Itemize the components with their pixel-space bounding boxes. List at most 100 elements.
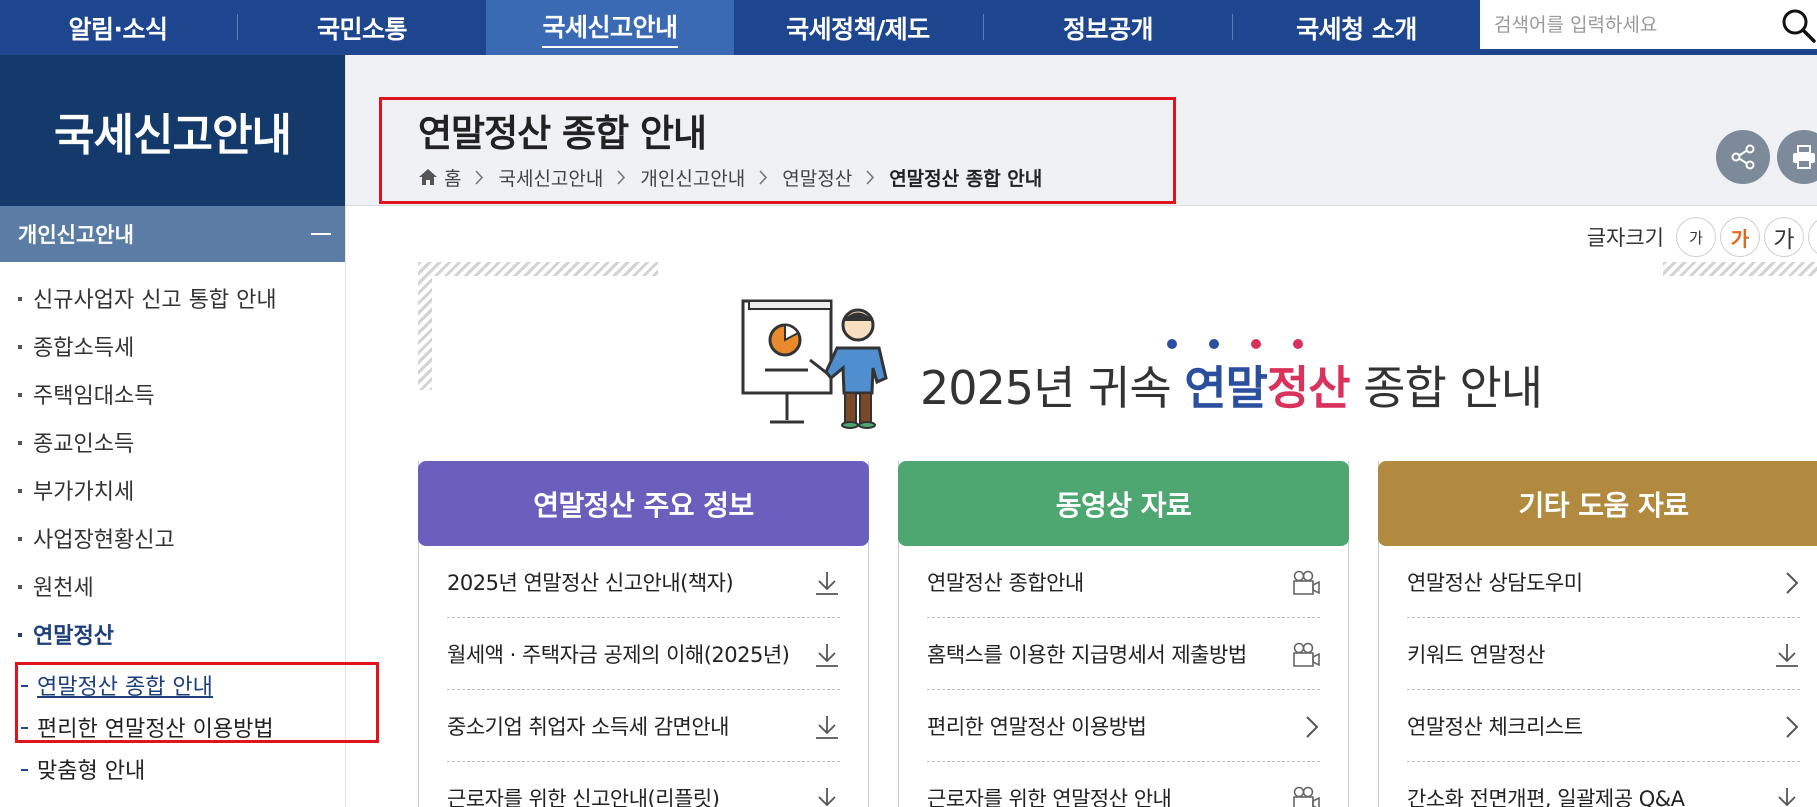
- font-size-xlarge-button[interactable]: 가: [1808, 217, 1817, 257]
- card-header: 동영상 자료: [898, 461, 1349, 546]
- banner-dot: [1167, 339, 1177, 349]
- font-size-control: 글자크기 가 가 가 가: [1587, 217, 1817, 257]
- list-item-label: 연말정산 체크리스트: [1407, 714, 1583, 739]
- banner-dot: [1251, 339, 1261, 349]
- sidebar-group-label: 개인신고안내: [18, 223, 134, 247]
- banner-dot: [1293, 339, 1303, 349]
- sidebar-item-business-status[interactable]: 사업장현황신고: [0, 514, 345, 562]
- share-icon: [1731, 144, 1755, 170]
- sidebar-item-vat[interactable]: 부가가치세: [0, 466, 345, 514]
- list-item[interactable]: 간소화 전면개편, 일괄제공 Q&A: [1407, 762, 1800, 807]
- list-item[interactable]: 월세액 · 주택자금 공제의 이해(2025년): [447, 618, 840, 690]
- list-item-label: 연말정산 종합안내: [927, 570, 1084, 595]
- sidebar-item-label: 신규사업자 신고 통합 안내: [33, 288, 277, 313]
- banner-hatch-vertical: [418, 262, 432, 390]
- download-icon: [1778, 788, 1796, 807]
- chevron-right-icon: [759, 169, 768, 185]
- nav-item-news[interactable]: 알림·소식: [0, 0, 236, 55]
- chevron-right-icon: [475, 169, 484, 185]
- breadcrumb-label: 개인신고안내: [640, 167, 746, 190]
- video-camera-icon: [1293, 642, 1320, 667]
- nav-item-about[interactable]: 국세청 소개: [1233, 0, 1480, 55]
- sidebar-subitem-convenient-usage[interactable]: 편리한 연말정산 이용방법: [0, 706, 345, 748]
- sidebar-group-header[interactable]: 개인신고안내: [0, 206, 345, 262]
- card-other-help: 기타 도움 자료 연말정산 상담도우미 키워드 연말정산 연말정산 체크리스트 …: [1378, 461, 1817, 807]
- list-item-label: 홈택스를 이용한 지급명세서 제출방법: [927, 642, 1247, 667]
- video-camera-icon: [1293, 786, 1320, 807]
- page-header: 연말정산 종합 안내 홈 국세신고안내 개인신고안내 연말정산 연말정산 종합 …: [346, 55, 1817, 206]
- banner-dot: [1209, 339, 1219, 349]
- sidebar-subitem-custom-guide[interactable]: 맞춤형 안내: [0, 748, 345, 790]
- banner-hatch-right: [1663, 262, 1817, 276]
- banner-hatch-left: [418, 262, 658, 276]
- breadcrumb-tax-filing[interactable]: 국세신고안내: [498, 164, 603, 191]
- list-item[interactable]: 연말정산 상담도우미: [1407, 546, 1800, 618]
- font-size-large-button[interactable]: 가: [1764, 217, 1804, 257]
- share-button[interactable]: [1716, 130, 1770, 184]
- chevron-right-icon: [866, 169, 875, 185]
- font-size-default-button[interactable]: 가: [1720, 217, 1760, 257]
- sidebar-item-new-business[interactable]: 신규사업자 신고 통합 안내: [0, 274, 345, 322]
- list-item[interactable]: 중소기업 취업자 소득세 감면안내: [447, 690, 840, 762]
- card-list: 연말정산 종합안내 홈택스를 이용한 지급명세서 제출방법 편리한 연말정산 이…: [899, 546, 1348, 807]
- list-item[interactable]: 2025년 연말정산 신고안내(책자): [447, 546, 840, 618]
- sidebar-submenu: 연말정산 종합 안내 편리한 연말정산 이용방법 맞춤형 안내: [0, 658, 345, 790]
- list-item-label: 2025년 연말정산 신고안내(책자): [447, 570, 734, 595]
- banner: 2025년 귀속 연말정산 종합 안내: [418, 262, 1817, 429]
- breadcrumb-label: 국세신고안내: [498, 167, 604, 190]
- chevron-right-icon: [1306, 716, 1319, 738]
- list-item[interactable]: 연말정산 종합안내: [927, 546, 1320, 618]
- breadcrumb-current: 연말정산 종합 안내: [889, 164, 1042, 191]
- list-item[interactable]: 홈택스를 이용한 지급명세서 제출방법: [927, 618, 1320, 690]
- card-videos: 동영상 자료 연말정산 종합안내 홈택스를 이용한 지급명세서 제출방법 편리한…: [898, 461, 1349, 807]
- list-item[interactable]: 편리한 연말정산 이용방법: [927, 690, 1320, 762]
- list-item[interactable]: 키워드 연말정산: [1407, 618, 1800, 690]
- sidebar-item-global-income-tax[interactable]: 종합소득세: [0, 322, 345, 370]
- sidebar-menu: 신규사업자 신고 통합 안내 종합소득세 주택임대소득 종교인소득 부가가치세 …: [0, 262, 345, 658]
- nav-item-label: 정보공개: [1062, 14, 1154, 44]
- list-item[interactable]: 근로자를 위한 연말정산 안내: [927, 762, 1320, 807]
- sidebar-item-withholding-tax[interactable]: 원천세: [0, 562, 345, 610]
- chevron-right-icon: [1786, 716, 1799, 738]
- list-item[interactable]: 근로자를 위한 신고안내(리플릿): [447, 762, 840, 807]
- breadcrumb-year-end[interactable]: 연말정산: [782, 164, 852, 191]
- search-box: [1480, 0, 1817, 49]
- sidebar-title: 국세신고안내: [0, 55, 345, 206]
- nav-item-label: 국세신고안내: [542, 8, 678, 48]
- download-icon: [818, 788, 836, 807]
- breadcrumb-personal-filing[interactable]: 개인신고안내: [640, 164, 745, 191]
- search-icon[interactable]: [1780, 7, 1817, 44]
- nav-item-communication[interactable]: 국민소통: [238, 0, 486, 55]
- nav-item-tax-policy[interactable]: 국세정책/제도: [734, 0, 982, 55]
- font-size-label: 글자크기: [1586, 226, 1664, 250]
- nav-item-tax-filing[interactable]: 국세신고안내: [486, 0, 734, 55]
- home-icon: [419, 169, 437, 185]
- list-item[interactable]: 연말정산 체크리스트: [1407, 690, 1800, 762]
- sidebar-item-label: 부가가치세: [33, 480, 135, 505]
- banner-title-prefix: 2025년 귀속: [920, 361, 1185, 415]
- nav-item-label: 알림·소식: [68, 14, 169, 44]
- nav-item-label: 국세청 소개: [1296, 14, 1417, 44]
- sidebar-subitem-label: 연말정산 종합 안내: [37, 675, 213, 700]
- presenter-illustration-icon: [741, 299, 888, 429]
- print-button[interactable]: [1777, 130, 1817, 184]
- card-header: 기타 도움 자료: [1378, 461, 1817, 546]
- font-size-small-button[interactable]: 가: [1676, 217, 1716, 257]
- sidebar-item-label: 사업장현황신고: [33, 528, 175, 553]
- banner-title: 2025년 귀속 연말정산 종합 안내: [920, 352, 1543, 418]
- nav-item-disclosure[interactable]: 정보공개: [984, 0, 1232, 55]
- sidebar-subitem-overview[interactable]: 연말정산 종합 안내: [0, 664, 345, 706]
- sidebar-item-rental-income[interactable]: 주택임대소득: [0, 370, 345, 418]
- top-navigation: 알림·소식 국민소통 국세신고안내 국세정책/제도 정보공개 국세청 소개: [0, 0, 1817, 55]
- sidebar-item-year-end-settlement[interactable]: 연말정산: [0, 610, 345, 658]
- sidebar-subitem-label: 편리한 연말정산 이용방법: [37, 717, 274, 742]
- card-list: 2025년 연말정산 신고안내(책자) 월세액 · 주택자금 공제의 이해(20…: [419, 546, 868, 807]
- sidebar-item-religious-income[interactable]: 종교인소득: [0, 418, 345, 466]
- breadcrumb-home[interactable]: 홈: [418, 164, 461, 191]
- breadcrumb-label: 연말정산 종합 안내: [889, 167, 1043, 190]
- download-icon: [816, 572, 838, 595]
- sidebar-subitem-label: 맞춤형 안내: [37, 759, 146, 784]
- search-input[interactable]: [1494, 8, 1764, 42]
- video-camera-icon: [1293, 570, 1320, 595]
- banner-title-suffix: 종합 안내: [1349, 361, 1543, 415]
